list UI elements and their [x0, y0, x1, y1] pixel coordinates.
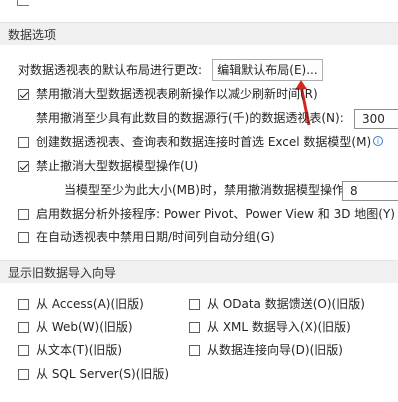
legacy-sql-server-checkbox[interactable]	[18, 369, 29, 380]
info-icon[interactable]: i	[373, 136, 383, 146]
legacy-access-checkbox[interactable]	[18, 299, 29, 310]
data-options-section-title: 数据选项	[8, 28, 57, 42]
default-layout-label: 对数据透视表的默认布局进行更改:	[18, 63, 203, 77]
enable-data-analysis-addins-checkbox[interactable]	[18, 209, 29, 220]
disable-auto-date-grouping-checkbox[interactable]	[18, 232, 29, 243]
edit-default-layout-button[interactable]: 编辑默认布局(E)...	[212, 59, 323, 81]
legacy-data-connection-checkbox[interactable]	[189, 345, 200, 356]
legacy-import-section-header: 显示旧数据导入向导	[0, 260, 398, 283]
legacy-text-checkbox[interactable]	[18, 345, 29, 356]
disable-undo-data-model-checkbox[interactable]	[18, 161, 29, 172]
data-options-section-header: 数据选项	[0, 22, 398, 45]
legacy-web-label: 从 Web(W)(旧版)	[36, 320, 133, 334]
legacy-access-label: 从 Access(A)(旧版)	[36, 297, 144, 311]
undo-row-threshold-input[interactable]: 300	[354, 109, 398, 129]
undo-row-threshold-label: 禁用撤消至少具有此数目的数据源行(千)的数据透视表(N):	[36, 111, 344, 125]
disable-undo-large-pivot-refresh-checkbox[interactable]	[18, 89, 29, 100]
model-size-threshold-input[interactable]: 8	[342, 181, 398, 201]
prefer-data-model-label: 创建数据透视表、查询表和数据连接时首选 Excel 数据模型(M)	[36, 135, 372, 149]
legacy-import-section-title: 显示旧数据导入向导	[8, 266, 117, 280]
legacy-odata-checkbox[interactable]	[189, 299, 200, 310]
model-size-threshold-label: 当模型至少为此大小(MB)时，禁用撤消数据模型操作(L):	[64, 183, 365, 197]
disable-undo-large-pivot-refresh-label: 禁用撤消大型数据透视表刷新操作以减少刷新时间(R)	[36, 87, 318, 101]
disable-auto-date-grouping-label: 在自动透视表中禁用日期/时间列自动分组(G)	[36, 230, 275, 244]
prefer-data-model-checkbox[interactable]	[18, 137, 29, 148]
previous-control-remnant-line	[17, 5, 29, 6]
legacy-sql-server-label: 从 SQL Server(S)(旧版)	[36, 367, 170, 381]
legacy-web-checkbox[interactable]	[18, 322, 29, 333]
legacy-text-label: 从文本(T)(旧版)	[36, 343, 123, 357]
disable-undo-data-model-label: 禁止撤消大型数据模型操作(U)	[36, 159, 199, 173]
legacy-odata-label: 从 OData 数据馈送(O)(旧版)	[207, 297, 365, 311]
legacy-data-connection-label: 从数据连接向导(D)(旧版)	[207, 343, 343, 357]
legacy-xml-label: 从 XML 数据导入(X)(旧版)	[207, 320, 351, 334]
legacy-xml-checkbox[interactable]	[189, 322, 200, 333]
enable-data-analysis-addins-label: 启用数据分析外接程序: Power Pivot、Power View 和 3D …	[36, 207, 395, 221]
